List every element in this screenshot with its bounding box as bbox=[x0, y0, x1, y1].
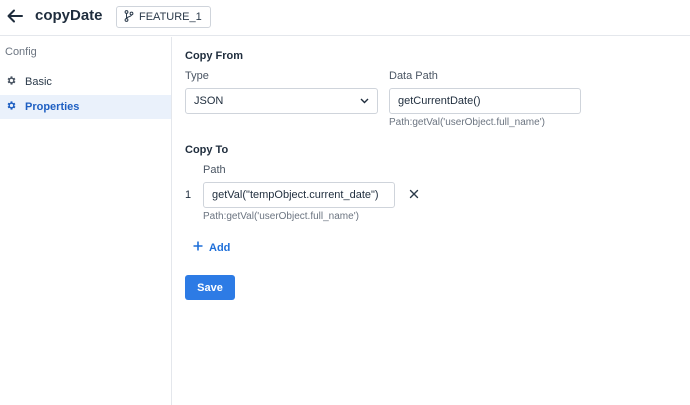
data-path-input[interactable] bbox=[389, 88, 581, 114]
sidebar-item-label: Properties bbox=[25, 101, 80, 113]
data-path-hint: Path:getVal('userObject.full_name') bbox=[389, 117, 545, 128]
page-header: copyDate FEATURE_1 bbox=[0, 0, 690, 36]
add-row-button[interactable]: Add bbox=[193, 241, 230, 254]
back-arrow-icon[interactable] bbox=[6, 6, 24, 26]
sidebar-section-label: Config bbox=[5, 46, 37, 58]
sidebar-item-properties[interactable]: Properties bbox=[0, 95, 171, 119]
sidebar-item-basic[interactable]: Basic bbox=[0, 70, 171, 94]
type-label: Type bbox=[185, 70, 209, 82]
branch-name: FEATURE_1 bbox=[139, 11, 202, 23]
type-select-value: JSON bbox=[194, 95, 224, 107]
copy-to-path-hint: Path:getVal('userObject.full_name') bbox=[203, 211, 359, 222]
chevron-down-icon bbox=[360, 95, 369, 107]
plus-icon bbox=[193, 241, 203, 254]
data-path-label: Data Path bbox=[389, 70, 438, 82]
copy-from-title: Copy From bbox=[185, 50, 244, 62]
copy-to-title: Copy To bbox=[185, 144, 229, 156]
gear-icon bbox=[6, 100, 17, 114]
page-title: copyDate bbox=[35, 7, 103, 24]
branch-icon bbox=[124, 9, 134, 25]
branch-badge[interactable]: FEATURE_1 bbox=[116, 6, 211, 28]
sidebar: Config Basic Properties bbox=[0, 37, 172, 405]
copy-to-path-input[interactable] bbox=[203, 182, 395, 208]
path-label: Path bbox=[203, 164, 226, 176]
type-select[interactable]: JSON bbox=[185, 88, 378, 114]
gear-icon bbox=[6, 75, 17, 89]
sidebar-item-label: Basic bbox=[25, 76, 52, 88]
close-icon[interactable] bbox=[407, 187, 421, 201]
add-label: Add bbox=[209, 241, 231, 254]
save-button[interactable]: Save bbox=[185, 275, 235, 300]
row-index: 1 bbox=[185, 189, 192, 201]
